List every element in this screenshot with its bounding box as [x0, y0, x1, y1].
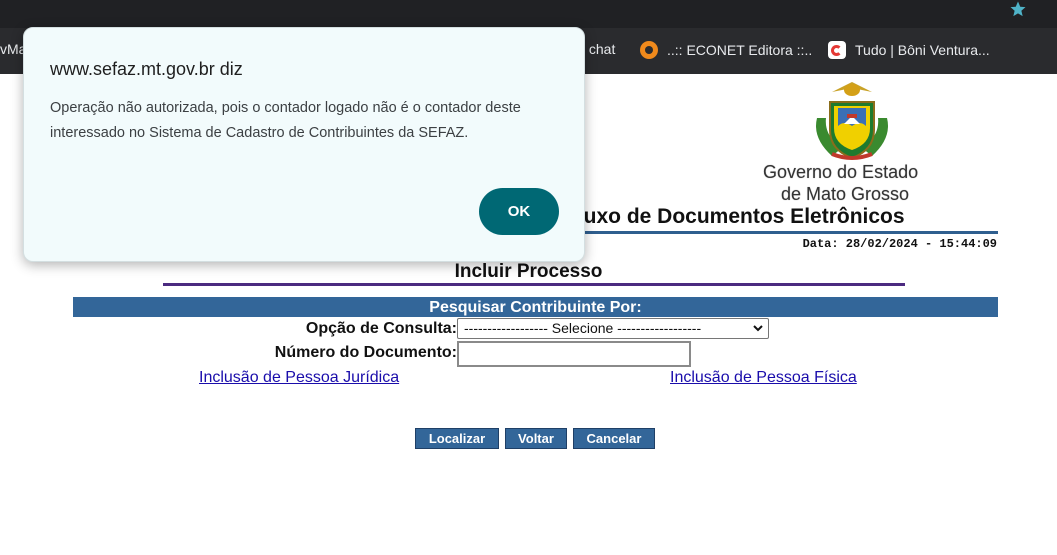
cancelar-button[interactable]: Cancelar: [573, 428, 655, 449]
bookmark-item-boni[interactable]: Tudo | Bôni Ventura...: [828, 41, 990, 59]
localizar-button[interactable]: Localizar: [415, 428, 499, 449]
documento-label: Número do Documento:: [274, 344, 457, 361]
government-name-line2: de Mato Grosso: [781, 184, 910, 204]
voltar-button[interactable]: Voltar: [505, 428, 567, 449]
section-divider: [163, 283, 905, 286]
econet-icon: [640, 41, 658, 59]
page-title: Fluxo de Documentos Eletrônicos: [565, 205, 905, 228]
consulta-selected-value: ------------------ Selecione -----------…: [464, 320, 702, 336]
dialog-title: www.sefaz.mt.gov.br diz: [50, 59, 243, 79]
government-name-line1: Governo do Estado: [763, 162, 919, 182]
title-divider: [572, 231, 998, 234]
dialog-message: Operação não autorizada, pois o contador…: [50, 100, 521, 141]
consulta-label: Opção de Consulta:: [305, 320, 457, 337]
star-icon[interactable]: [1007, 0, 1029, 18]
browser-toolbar: [0, 0, 1057, 28]
date-time: Data: 28/02/2024 - 15:44:09: [802, 237, 997, 251]
link-pessoa-fisica[interactable]: Inclusão de Pessoa Física: [670, 369, 857, 387]
bookmark-item-econet[interactable]: ..:: ECONET Editora ::..: [640, 41, 812, 59]
alert-dialog: www.sefaz.mt.gov.br diz Operação não aut…: [23, 27, 585, 262]
chevron-down-icon: [753, 325, 763, 332]
search-header: Pesquisar Contribuinte Por:: [73, 297, 998, 317]
documento-input[interactable]: [457, 341, 691, 367]
section-title: Incluir Processo: [454, 261, 603, 282]
ok-button[interactable]: OK: [479, 188, 559, 235]
boni-icon: [828, 41, 846, 59]
coat-of-arms-logo: [816, 82, 888, 160]
consulta-select[interactable]: ------------------ Selecione -----------…: [457, 318, 769, 339]
link-pessoa-juridica[interactable]: Inclusão de Pessoa Jurídica: [199, 369, 399, 387]
